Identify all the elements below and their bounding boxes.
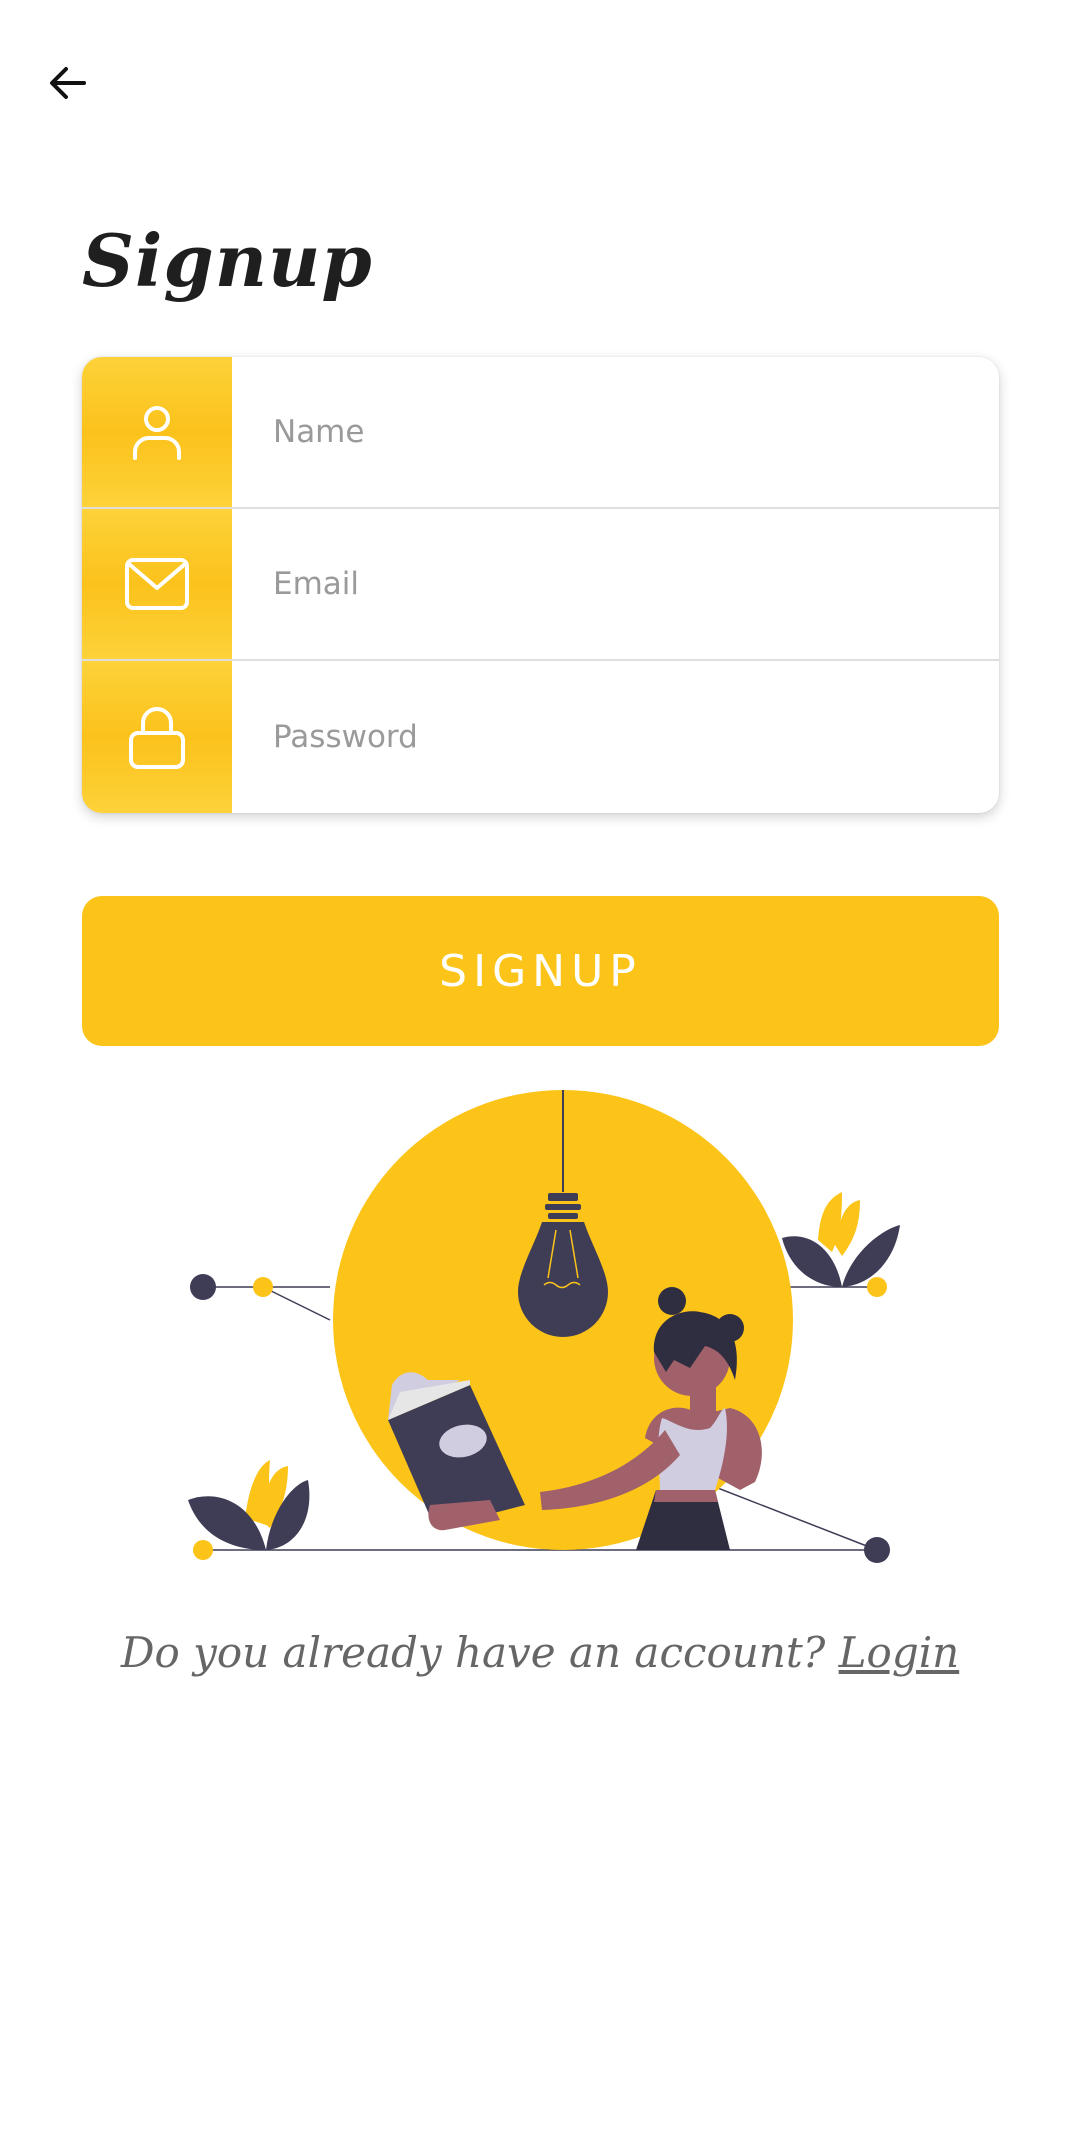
lamp-socket	[545, 1193, 581, 1219]
email-field-row	[82, 509, 999, 661]
signup-illustration	[188, 1090, 900, 1563]
password-input[interactable]	[273, 719, 999, 755]
login-prompt: Do you already have an account? Login	[0, 1628, 1080, 1677]
signup-form	[82, 357, 999, 813]
arrow-left-icon	[50, 67, 86, 99]
right-flower	[782, 1192, 900, 1287]
lock-icon	[129, 707, 185, 769]
name-field-row	[82, 357, 999, 509]
name-field-icon-box	[82, 357, 232, 507]
name-input-cell	[232, 357, 999, 507]
signup-button[interactable]: SIGNUP	[82, 896, 999, 1046]
name-input[interactable]	[273, 414, 999, 450]
password-field-row	[82, 661, 999, 813]
mail-icon	[125, 558, 189, 610]
left-flower	[188, 1460, 310, 1550]
page-title: Signup	[82, 218, 373, 303]
user-icon	[133, 406, 181, 460]
password-field-icon-box	[82, 661, 232, 813]
login-prompt-text: Do you already have an account?	[120, 1628, 826, 1677]
email-field-icon-box	[82, 509, 232, 659]
password-input-cell	[232, 661, 999, 813]
back-button[interactable]	[40, 55, 96, 111]
login-link[interactable]: Login	[839, 1628, 960, 1677]
email-input-cell	[232, 509, 999, 659]
email-input[interactable]	[273, 566, 999, 602]
